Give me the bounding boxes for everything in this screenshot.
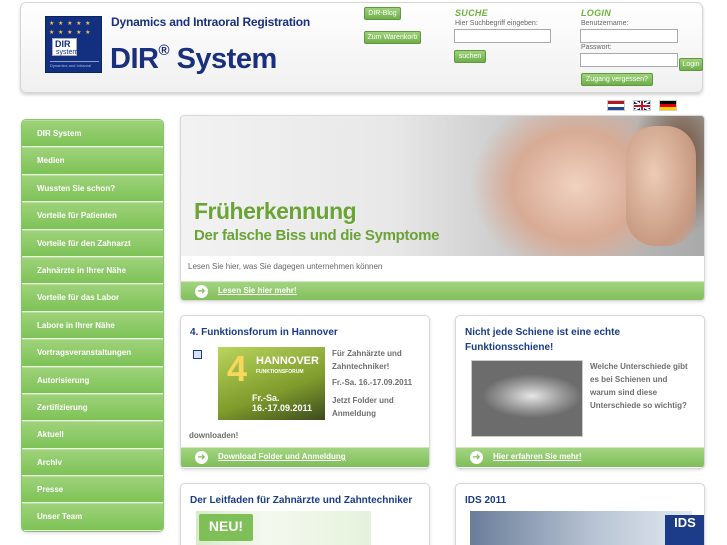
hannover-text-line2: Zahntechniker! bbox=[332, 362, 390, 371]
hannover-text-line1: Für Zahnärzte und bbox=[332, 349, 402, 358]
sidebar-item-labore-naehe[interactable]: Labore in Ihrer Nähe bbox=[22, 311, 163, 340]
schiene-text-line3: warum sind diese bbox=[590, 388, 658, 397]
hero-title: Früherkennung bbox=[194, 198, 357, 224]
hannover-text-line5: Anmeldung bbox=[332, 409, 376, 418]
sidebar-item-wussten-sie-schon[interactable]: Wussten Sie schon? bbox=[22, 174, 163, 203]
hannover-image-city: HANNOVER bbox=[256, 355, 319, 367]
sidebar-item-autorisierung[interactable]: Autorisierung bbox=[22, 366, 163, 394]
sidebar-item-aktuell[interactable]: Aktuell bbox=[22, 421, 163, 449]
arrow-right-icon: ➜ bbox=[470, 451, 483, 464]
netherlands-flag-icon[interactable] bbox=[607, 100, 625, 111]
sidebar-item-vorteile-patienten[interactable]: Vorteile für Patienten bbox=[22, 202, 163, 230]
ids-card-title[interactable]: IDS 2011 bbox=[465, 493, 506, 508]
search-input[interactable] bbox=[454, 29, 551, 43]
schiene-title-line2: Funktionsschiene! bbox=[465, 342, 554, 353]
password-field[interactable] bbox=[580, 53, 678, 67]
schiene-card: Nicht jede Schiene ist eine echte Funktio… bbox=[455, 315, 705, 469]
schiene-text-line1: Welche Unterschiede gibt bbox=[590, 362, 688, 371]
cart-link-button[interactable]: Zum Warenkorb bbox=[364, 31, 421, 44]
blog-link-button[interactable]: DIR-Blog bbox=[364, 7, 401, 20]
logo-mark-dir: DIR bbox=[55, 39, 71, 49]
new-badge: NEU! bbox=[199, 514, 253, 541]
hero-photo[interactable]: Früherkennung Der falsche Biss und die S… bbox=[181, 116, 704, 256]
hannover-text-line3: Fr.-Sa. 16.-17.09.2011 bbox=[332, 378, 413, 387]
schiene-text-line4: Unterschiede so wichtig? bbox=[590, 401, 687, 410]
ids-card: IDS 2011 IDS bbox=[455, 483, 705, 545]
page: ★ ★ ★ ★ ★ ★ ★ ★ ★ ★ DIR system Dynamics … bbox=[0, 0, 727, 545]
hannover-download-link[interactable]: Download Folder und Anmeldung bbox=[218, 452, 346, 461]
arrow-right-icon: ➜ bbox=[195, 451, 208, 464]
stars-icon: ★ ★ ★ ★ ★ ★ ★ ★ ★ ★ bbox=[49, 21, 92, 36]
splint-image[interactable] bbox=[471, 360, 583, 437]
hero-link-bar[interactable]: ➜ Lesen Sie hier mehr! bbox=[181, 281, 704, 300]
leitfaden-card: Der Leitfaden für Zahnärzte und Zahntech… bbox=[180, 483, 430, 545]
ids-logo: IDS bbox=[665, 515, 704, 545]
login-heading: LOGIN bbox=[581, 8, 611, 18]
hannover-image-forum: FUNKTIONSFORUM bbox=[256, 369, 304, 375]
brand-system: System bbox=[176, 43, 278, 75]
schiene-text-line2: es bei Schienen und bbox=[590, 375, 668, 384]
search-heading: SUCHE bbox=[455, 8, 489, 18]
hannover-card-text: Für Zahnärzte und Zahntechniker! Fr.-Sa.… bbox=[332, 347, 412, 420]
schiene-link-bar[interactable]: ➜ Hier erfahren Sie mehr! bbox=[456, 447, 704, 467]
arrow-right-icon: ➜ bbox=[195, 285, 208, 298]
site-tagline: Dynamics and Intraoral Registration bbox=[111, 15, 311, 29]
schiene-card-text: Welche Unterschiede gibt es bei Schienen… bbox=[590, 360, 688, 412]
password-label: Passwort: bbox=[581, 44, 612, 51]
hannover-image-date: Fr.-Sa. 16.-17.09.2011 bbox=[252, 393, 312, 413]
schiene-title-line1: Nicht jede Schiene ist eine echte bbox=[465, 327, 621, 338]
hero-text: Lesen Sie hier, was Sie dagegen unterneh… bbox=[188, 262, 383, 271]
hero-banner: Früherkennung Der falsche Biss und die S… bbox=[180, 115, 705, 301]
sidebar-menu: DIR System Medien Wussten Sie schon? Vor… bbox=[21, 119, 164, 532]
ids-image[interactable]: IDS bbox=[470, 511, 704, 545]
site-brand[interactable]: DIR® System bbox=[110, 35, 277, 75]
schiene-card-title[interactable]: Nicht jede Schiene ist eine echte Funktio… bbox=[465, 325, 620, 355]
germany-flag-icon[interactable] bbox=[659, 100, 677, 111]
hannover-link-bar[interactable]: ➜ Download Folder und Anmeldung bbox=[181, 447, 429, 467]
brand-registered: ® bbox=[158, 42, 170, 59]
schiene-read-more-link[interactable]: Hier erfahren Sie mehr! bbox=[493, 452, 581, 461]
leitfaden-image[interactable]: NEU! bbox=[196, 511, 371, 545]
forgot-access-button[interactable]: Zugang vergessen? bbox=[581, 73, 653, 86]
hero-photo-hand bbox=[626, 126, 696, 246]
sidebar-item-vorteile-labor[interactable]: Vorteile für das Labor bbox=[22, 284, 163, 312]
hannover-image-dates: 16.-17.09.2011 bbox=[252, 403, 313, 413]
search-label: Hier Suchbegriff eingeben: bbox=[455, 20, 538, 27]
hero-subtitle: Der falsche Biss und die Symptome bbox=[194, 227, 440, 244]
logo-mark-system: system bbox=[56, 49, 79, 56]
login-button[interactable]: Login bbox=[679, 58, 703, 71]
username-label: Benutzername: bbox=[581, 20, 629, 27]
sidebar-nav: DIR System Medien Wussten Sie schon? Vor… bbox=[21, 119, 164, 545]
sidebar-item-medien[interactable]: Medien bbox=[22, 147, 163, 175]
leitfaden-card-title[interactable]: Der Leitfaden für Zahnärzte und Zahntech… bbox=[190, 493, 412, 508]
hannover-text-line4: Jetzt Folder und bbox=[332, 396, 394, 405]
uk-flag-icon[interactable] bbox=[633, 100, 651, 111]
sidebar-item-presse[interactable]: Presse bbox=[22, 476, 163, 504]
sidebar-item-vortragsveranstaltungen[interactable]: Vortragsveranstaltungen bbox=[22, 339, 163, 367]
hannover-image-day: Fr.-Sa. bbox=[252, 393, 280, 403]
sidebar-item-zahnaerzte-naehe[interactable]: Zahnärzte in Ihrer Nähe bbox=[22, 256, 163, 285]
logo-mark: DIR system bbox=[52, 38, 79, 56]
hannover-card-title[interactable]: 4. Funktionsforum in Hannover bbox=[190, 325, 338, 340]
sidebar-item-vorteile-zahnarzt[interactable]: Vorteile für den Zahnarzt bbox=[22, 229, 163, 257]
sidebar-item-unser-team[interactable]: Unser Team bbox=[22, 503, 163, 531]
username-field[interactable] bbox=[580, 29, 678, 43]
site-header: ★ ★ ★ ★ ★ ★ ★ ★ ★ ★ DIR system Dynamics … bbox=[20, 2, 703, 93]
hero-read-more-link[interactable]: Lesen Sie hier mehr! bbox=[218, 286, 297, 295]
hannover-image-number: 4 bbox=[227, 348, 248, 389]
dir-system-logo[interactable]: ★ ★ ★ ★ ★ ★ ★ ★ ★ ★ DIR system Dynamics … bbox=[45, 16, 102, 73]
qr-code-icon bbox=[193, 350, 202, 359]
sidebar-item-zertifizierung[interactable]: Zertifizierung bbox=[22, 393, 163, 422]
hannover-card: 4. Funktionsforum in Hannover 4 HANNOVER… bbox=[180, 315, 430, 469]
sidebar-item-archiv[interactable]: Archiv bbox=[22, 448, 163, 477]
search-button[interactable]: suchen bbox=[454, 50, 486, 63]
brand-dir: DIR bbox=[110, 43, 159, 75]
logo-fine-print: Dynamics and Intraoral Registration bbox=[50, 61, 99, 69]
hannover-text-line6: downloaden! bbox=[189, 431, 239, 440]
sidebar-item-dir-system[interactable]: DIR System bbox=[22, 120, 163, 148]
hannover-forum-image[interactable]: 4 HANNOVER FUNKTIONSFORUM Fr.-Sa. 16.-17.… bbox=[218, 347, 325, 420]
